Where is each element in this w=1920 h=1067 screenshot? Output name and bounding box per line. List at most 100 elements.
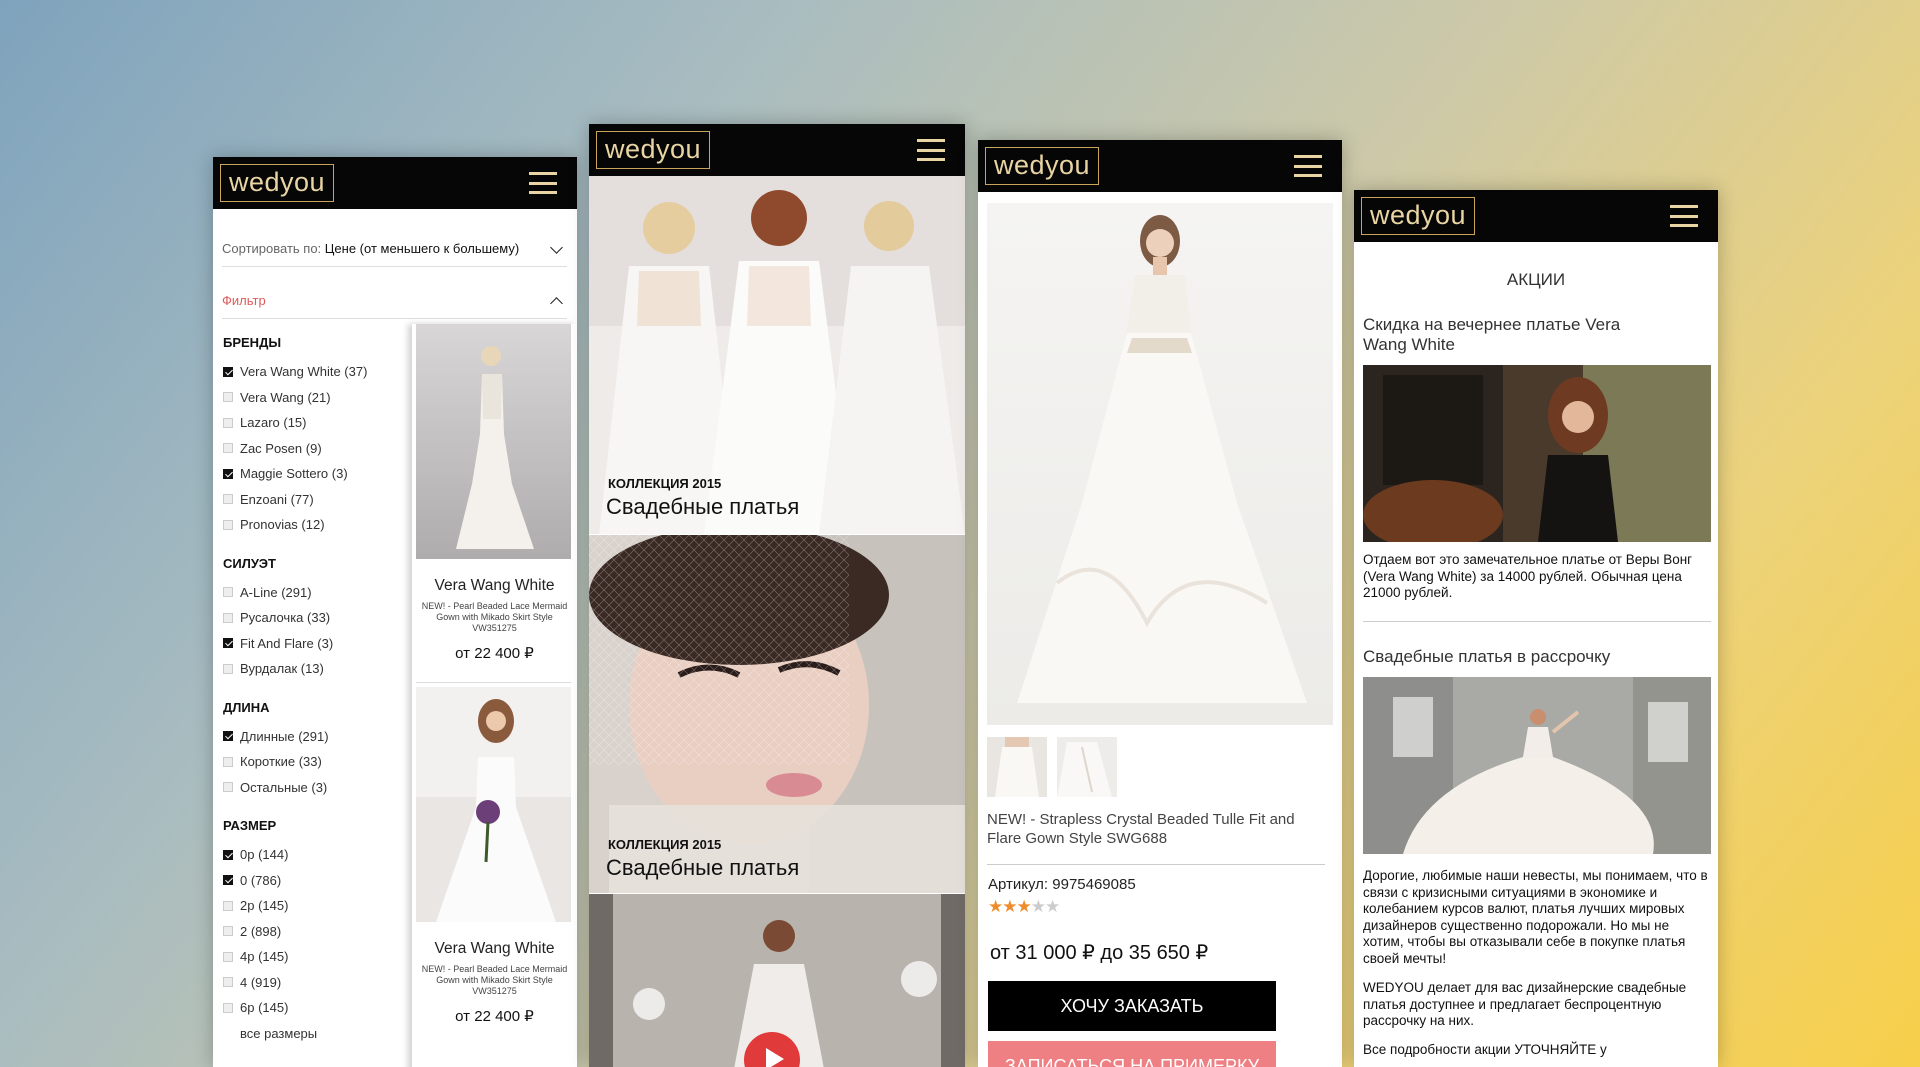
- checkbox[interactable]: [223, 849, 233, 860]
- star-empty-icon[interactable]: ★: [1031, 897, 1046, 916]
- checkbox[interactable]: [223, 587, 233, 598]
- promo-title[interactable]: Скидка на вечернее платье Vera Wang Whit…: [1363, 315, 1623, 355]
- page-title: АКЦИИ: [1506, 270, 1566, 289]
- checkbox[interactable]: [223, 663, 233, 674]
- menu-icon[interactable]: [1294, 155, 1322, 177]
- product-price: от 31 000 ₽ до 35 650 ₽: [990, 942, 1209, 964]
- filter-option[interactable]: 4 (919): [223, 970, 413, 996]
- checkbox[interactable]: [223, 731, 233, 742]
- logo[interactable]: wedyou: [985, 147, 1100, 185]
- filter-option[interactable]: Vera Wang (21): [223, 385, 413, 411]
- filter-option[interactable]: Enzoani (77): [223, 487, 413, 513]
- checkbox[interactable]: [223, 977, 233, 988]
- collection-banner[interactable]: КОЛЛЕКЦИЯ 2015 Свадебные платья: [589, 176, 965, 534]
- filter-option[interactable]: Vera Wang White (37): [223, 359, 413, 385]
- filter-option[interactable]: Zac Posen (9): [223, 436, 413, 462]
- fitting-button[interactable]: ЗАПИСАТЬСЯ НА ПРИМЕРКУ: [988, 1041, 1276, 1067]
- menu-icon[interactable]: [1670, 205, 1698, 227]
- filter-option-label: 6р (145): [240, 1000, 289, 1016]
- checkbox[interactable]: [223, 519, 233, 530]
- all-sizes-link[interactable]: все размеры: [223, 1021, 413, 1047]
- menu-icon[interactable]: [917, 139, 945, 161]
- checkbox[interactable]: [223, 900, 233, 911]
- checkbox[interactable]: [223, 638, 233, 649]
- product-image[interactable]: [416, 687, 571, 922]
- checkbox[interactable]: [223, 951, 233, 962]
- video-banner[interactable]: [589, 894, 965, 1067]
- filter-option[interactable]: A-Line (291): [223, 580, 413, 606]
- product-card[interactable]: Vera Wang White NEW! - Pearl Beaded Lace…: [412, 324, 577, 662]
- product-image[interactable]: [416, 324, 571, 559]
- promo-title[interactable]: Свадебные платья в рассрочку: [1363, 647, 1711, 667]
- checkbox[interactable]: [223, 494, 233, 505]
- checkbox[interactable]: [223, 392, 233, 403]
- banner-subtitle: КОЛЛЕКЦИЯ 2015: [608, 837, 722, 852]
- filter-option[interactable]: Русалочка (33): [223, 605, 413, 631]
- filter-option[interactable]: 0р (144): [223, 842, 413, 868]
- filter-label: Фильтр: [222, 293, 266, 308]
- star-filled-icon[interactable]: ★: [1002, 897, 1017, 916]
- logo[interactable]: wedyou: [1361, 197, 1476, 235]
- product-thumbnail[interactable]: [987, 737, 1047, 797]
- product-price: от 22 400 ₽: [455, 1008, 534, 1025]
- checkbox[interactable]: [223, 612, 233, 623]
- filter-option[interactable]: 2 (898): [223, 919, 413, 945]
- rating-stars[interactable]: ★★★★★: [988, 897, 1060, 917]
- filter-option[interactable]: Pronovias (12): [223, 512, 413, 538]
- checkbox[interactable]: [223, 468, 233, 479]
- promo-text: Дорогие, любимые наши невесты, мы понима…: [1363, 868, 1708, 966]
- filter-option-label: Enzoani (77): [240, 491, 314, 507]
- checkbox[interactable]: [223, 366, 233, 377]
- checkbox[interactable]: [223, 875, 233, 886]
- filter-option[interactable]: Fit And Flare (3): [223, 631, 413, 657]
- product-article: Артикул: 9975469085: [988, 876, 1136, 893]
- filter-group-title: СИЛУЭТ: [223, 555, 276, 571]
- filter-option-label: Vera Wang (21): [240, 389, 331, 405]
- filter-option[interactable]: Вурдалак (13): [223, 656, 413, 682]
- star-empty-icon[interactable]: ★: [1045, 897, 1060, 916]
- order-button[interactable]: ХОЧУ ЗАКАЗАТЬ: [988, 981, 1276, 1031]
- filter-option[interactable]: Длинные (291): [223, 724, 413, 750]
- filter-option-label: A-Line (291): [240, 584, 312, 600]
- divider: [1363, 621, 1711, 622]
- checkbox[interactable]: [223, 756, 233, 767]
- checkbox[interactable]: [223, 417, 233, 428]
- product-card[interactable]: Vera Wang White NEW! - Pearl Beaded Lace…: [412, 687, 577, 1025]
- product-name[interactable]: Vera Wang White: [412, 577, 577, 595]
- collection-banner[interactable]: КОЛЛЕКЦИЯ 2015 Свадебные платья: [589, 535, 965, 893]
- filter-option[interactable]: Остальные (3): [223, 775, 413, 801]
- filter-option[interactable]: 4р (145): [223, 944, 413, 970]
- promo-image[interactable]: [1363, 677, 1711, 854]
- product-main-image[interactable]: [987, 203, 1333, 725]
- sort-select[interactable]: Сортировать по: Цене (от меньшего к боль…: [222, 241, 567, 267]
- filter-option[interactable]: 2р (145): [223, 893, 413, 919]
- filter-option[interactable]: Maggie Sottero (3): [223, 461, 413, 487]
- collections-screen: wedyou КОЛЛЕКЦИЯ 2015 Свадебные платья К…: [589, 124, 965, 1067]
- menu-icon[interactable]: [529, 172, 557, 194]
- filter-option[interactable]: 0 (786): [223, 868, 413, 894]
- filter-option[interactable]: 6р (145): [223, 995, 413, 1021]
- filter-option-label: 4 (919): [240, 974, 282, 990]
- filter-option[interactable]: Lazaro (15): [223, 410, 413, 436]
- promo-image[interactable]: [1363, 365, 1711, 542]
- product-thumbnail[interactable]: [1057, 737, 1117, 797]
- star-filled-icon[interactable]: ★: [988, 897, 1003, 916]
- checkbox[interactable]: [223, 1002, 233, 1013]
- checkbox[interactable]: [223, 443, 233, 454]
- checkbox[interactable]: [223, 782, 233, 793]
- filter-option-label: Вурдалак (13): [240, 661, 324, 677]
- filter-group: ДЛИНА Длинные (291) Короткие (33) Остальные…: [223, 700, 413, 801]
- sort-value: Цене (от меньшего к большему): [324, 241, 520, 256]
- promo-text: WEDYOU делает для вас дизайнерские сваде…: [1363, 980, 1687, 1028]
- logo[interactable]: wedyou: [220, 164, 335, 202]
- divider: [987, 864, 1325, 865]
- star-filled-icon[interactable]: ★: [1017, 897, 1032, 916]
- logo[interactable]: wedyou: [596, 131, 711, 169]
- filter-toggle[interactable]: Фильтр: [222, 293, 567, 319]
- product-name[interactable]: Vera Wang White: [412, 940, 577, 958]
- checkbox[interactable]: [223, 926, 233, 937]
- filter-option-label: Vera Wang White (37): [240, 364, 368, 380]
- filter-option[interactable]: Короткие (33): [223, 749, 413, 775]
- product-price: от 22 400 ₽: [455, 645, 534, 662]
- product-description: NEW! - Pearl Beaded Lace Mermaid Gown wi…: [421, 601, 568, 633]
